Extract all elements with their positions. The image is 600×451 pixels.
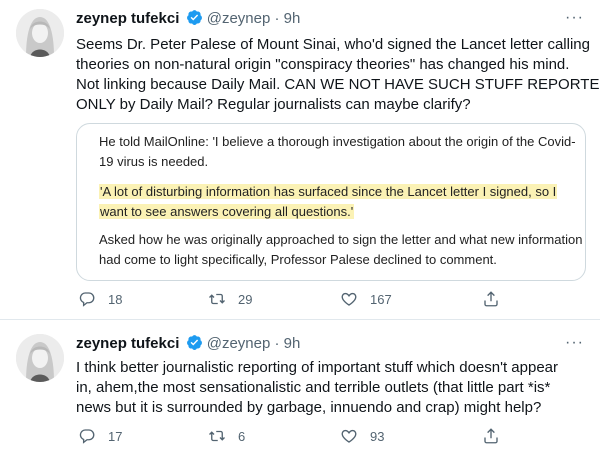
- author-handle[interactable]: @zeynep: [207, 10, 271, 27]
- share-icon: [484, 428, 498, 444]
- reply-icon: [79, 429, 95, 444]
- more-options-icon[interactable]: ···: [565, 334, 584, 352]
- retweet-button[interactable]: 29: [208, 289, 252, 309]
- retweet-button[interactable]: 6: [208, 426, 245, 446]
- timestamp[interactable]: 9h: [284, 335, 301, 352]
- verified-badge-icon: [186, 335, 202, 350]
- avatar-image: [16, 9, 64, 57]
- reply-count: 17: [108, 428, 123, 444]
- tweet-text-line: Seems Dr. Peter Palese of Mount Sinai, w…: [76, 36, 590, 53]
- author-handle[interactable]: @zeynep: [207, 335, 271, 352]
- separator-dot: ·: [274, 10, 280, 27]
- tweet-text-line: Not linking because Daily Mail. CAN WE N…: [76, 76, 600, 93]
- avatar-image: [16, 334, 64, 382]
- timestamp[interactable]: 9h: [284, 10, 301, 27]
- card-paragraph-line: He told MailOnline: 'I believe a thoroug…: [99, 134, 576, 149]
- reply-button[interactable]: 18: [78, 289, 122, 309]
- reply-count: 18: [108, 291, 123, 307]
- tweet-text: Seems Dr. Peter Palese of Mount Sinai, w…: [76, 35, 600, 115]
- author-name[interactable]: zeynep tufekci: [76, 335, 179, 352]
- verified-badge-icon: [186, 10, 202, 25]
- retweet-count: 6: [238, 428, 246, 444]
- reply-button[interactable]: 17: [78, 426, 122, 446]
- tweet-header: zeynep tufekci @zeynep · 9h: [76, 334, 300, 354]
- tweet-header: zeynep tufekci @zeynep · 9h: [76, 9, 300, 29]
- author-name[interactable]: zeynep tufekci: [76, 10, 179, 27]
- tweet-text: I think better journalistic reporting of…: [76, 358, 586, 418]
- retweet-icon: [209, 293, 225, 305]
- avatar[interactable]: [16, 334, 64, 382]
- share-icon: [484, 291, 498, 307]
- tweet-1[interactable]: zeynep tufekci @zeynep · 9h ··· Seems Dr…: [0, 0, 600, 317]
- tweet-actions: 18 29 167: [76, 289, 586, 309]
- highlighted-quote-line: want to see answers covering all questio…: [99, 204, 355, 219]
- more-options-icon[interactable]: ···: [565, 9, 584, 27]
- like-button[interactable]: 93: [340, 426, 384, 446]
- like-count: 167: [370, 291, 392, 307]
- avatar[interactable]: [16, 9, 64, 57]
- share-button[interactable]: [482, 289, 500, 309]
- card-paragraph-line: 19 virus is needed.: [99, 154, 209, 169]
- tweet-text-line: theories on non-natural origin "conspira…: [76, 56, 570, 73]
- share-button[interactable]: [482, 426, 500, 446]
- card-paragraph-line: had come to light specifically, Professo…: [99, 252, 497, 267]
- tweet-text-line: I think better journalistic reporting of…: [76, 359, 559, 376]
- highlighted-quote-line: 'A lot of disturbing information has sur…: [99, 184, 558, 199]
- separator-dot: ·: [274, 335, 280, 352]
- tweet-2[interactable]: zeynep tufekci @zeynep · 9h ··· I think …: [0, 320, 600, 451]
- quoted-image-card[interactable]: He told MailOnline: 'I believe a thoroug…: [76, 123, 586, 281]
- heart-icon: [341, 292, 357, 306]
- tweet-actions: 17 6 93: [76, 426, 586, 446]
- tweet-text-line: in, ahem,the most sensationalistic and t…: [76, 379, 551, 396]
- reply-icon: [79, 292, 95, 307]
- card-paragraph-line: Asked how he was originally approached t…: [99, 232, 583, 247]
- tweet-text-line: ONLY by Daily Mail? Regular journalists …: [76, 96, 471, 113]
- heart-icon: [341, 429, 357, 443]
- like-count: 93: [370, 428, 385, 444]
- like-button[interactable]: 167: [340, 289, 392, 309]
- retweet-icon: [209, 430, 225, 442]
- tweet-text-line: news but it is surrounded by garbage, in…: [76, 399, 542, 416]
- retweet-count: 29: [238, 291, 253, 307]
